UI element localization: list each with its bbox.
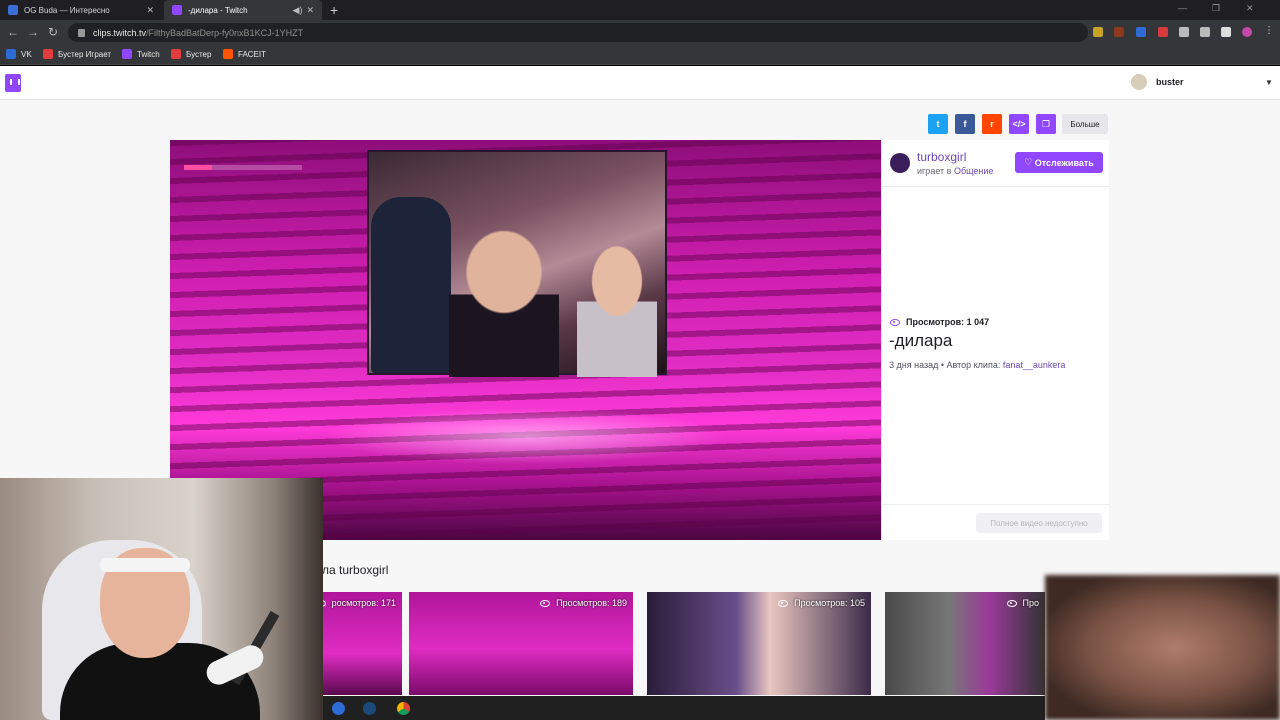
new-tab-button[interactable]: +: [330, 2, 338, 18]
extension-icon[interactable]: [1158, 27, 1168, 37]
eye-icon: [1006, 599, 1017, 607]
card-view-count: Просмотров: 105: [778, 598, 865, 608]
close-icon[interactable]: ✕: [146, 5, 154, 16]
eye-icon: [778, 599, 789, 607]
eye-icon: [890, 318, 900, 326]
avatar: [1131, 74, 1147, 90]
url-host: clips.twitch.tv: [93, 27, 147, 38]
share-embed-button[interactable]: </>: [1009, 114, 1029, 134]
share-more-button[interactable]: Больше: [1062, 114, 1108, 134]
follow-button[interactable]: ♡ Отслеживать: [1015, 152, 1103, 173]
bookmark-vk[interactable]: VK: [6, 49, 32, 59]
channel-info[interactable]: turboxgirl играет в Общение: [890, 150, 993, 176]
window-close-icon[interactable]: ✕: [1246, 3, 1254, 14]
bookmark-label: Twitch: [137, 49, 160, 59]
bookmark-buster[interactable]: Бустер: [171, 49, 211, 59]
username: buster: [1156, 77, 1184, 87]
youtube-icon: [171, 49, 181, 59]
close-icon[interactable]: ✕: [306, 5, 314, 16]
forward-icon[interactable]: →: [27, 25, 39, 39]
browser-toolbar: ← → ↻ clips.twitch.tv /FilthyBadBatDerp-…: [0, 20, 1280, 45]
streamer-webcam-overlay: [0, 478, 323, 720]
windows-taskbar: [323, 696, 1045, 720]
back-icon[interactable]: ←: [7, 25, 19, 39]
share-facebook-button[interactable]: f: [955, 114, 975, 134]
minimize-icon[interactable]: —: [1178, 3, 1187, 13]
maximize-icon[interactable]: ❐: [1212, 3, 1220, 14]
address-bar[interactable]: clips.twitch.tv /FilthyBadBatDerp-fy0nxB…: [68, 23, 1088, 42]
card-view-count: росмотров: 171: [315, 598, 396, 608]
clip-author-link[interactable]: fanat__aunkera: [1003, 360, 1066, 370]
share-twitter-button[interactable]: t: [928, 114, 948, 134]
channel-avatar[interactable]: [890, 153, 910, 173]
speaker-icon[interactable]: ◀): [293, 5, 303, 16]
extension-icon[interactable]: [1136, 27, 1146, 37]
tab-favicon-icon: [8, 5, 18, 15]
headphones: [100, 558, 190, 572]
eye-icon: [540, 599, 551, 607]
tab-twitch-clip[interactable]: -дилара - Twitch ◀) ✕: [164, 0, 322, 20]
category-link[interactable]: Общение: [954, 166, 993, 176]
clip-card[interactable]: Про: [885, 592, 1045, 695]
reload-icon[interactable]: ↻: [48, 25, 58, 39]
stream-goal-overlay: [184, 162, 302, 184]
share-reddit-button[interactable]: r: [982, 114, 1002, 134]
tab-title: -дилара - Twitch: [188, 5, 248, 15]
bookmark-buster-plays[interactable]: Бустер Играет: [43, 49, 111, 59]
tab-og-buda[interactable]: OG Buda — Интересно ✕: [0, 0, 162, 20]
full-video-button: Полное видео недоступно: [976, 513, 1102, 533]
browser-tab-bar: OG Buda — Интересно ✕ -дилара - Twitch ◀…: [0, 0, 1280, 20]
queue-icon[interactable]: [1200, 27, 1210, 37]
faceit-icon: [223, 49, 233, 59]
bookmark-faceit[interactable]: FACEIT: [223, 49, 266, 59]
lock-icon: [78, 28, 85, 37]
twitch-top-nav: buster ▼: [0, 66, 1280, 100]
divider: [882, 186, 1110, 187]
share-copy-button[interactable]: ❐: [1036, 114, 1056, 134]
channel-name[interactable]: turboxgirl: [917, 150, 993, 164]
twitch-icon: [122, 49, 132, 59]
user-menu[interactable]: buster: [1131, 74, 1184, 90]
tab-title: OG Buda — Интересно: [24, 5, 110, 15]
bookmark-label: Бустер: [186, 49, 212, 59]
clip-title: -дилара: [889, 331, 953, 350]
bookmark-label: VK: [21, 49, 32, 59]
gaming-chair: [371, 197, 451, 373]
chrome-icon[interactable]: [397, 702, 410, 715]
card-view-count: Про: [1006, 598, 1039, 608]
extension-icon[interactable]: [1114, 27, 1124, 37]
clip-meta: 3 дня назад • Автор клипа: fanat__aunker…: [889, 360, 1066, 370]
card-view-count: Просмотров: 189: [540, 598, 627, 608]
bookmark-label: Бустер Играет: [58, 49, 112, 59]
steam-icon[interactable]: [363, 702, 376, 715]
divider: [882, 504, 1110, 505]
puzzle-icon[interactable]: [1179, 27, 1189, 37]
menu-icon[interactable]: ⋮: [1264, 25, 1274, 36]
app-icon[interactable]: [332, 702, 345, 715]
bookmarks-bar: VK Бустер Играет Twitch Бустер FACEIT: [0, 45, 1280, 65]
blurred-region: [1045, 575, 1280, 720]
clip-card[interactable]: Просмотров: 105: [647, 592, 871, 695]
guest-person: [577, 240, 657, 377]
chevron-down-icon[interactable]: ▼: [1265, 78, 1273, 87]
twitch-favicon-icon: [172, 5, 182, 15]
bookmark-label: FACEIT: [238, 49, 267, 59]
streamer-camera-frame: [367, 150, 667, 377]
sidebar-icon[interactable]: [1221, 27, 1231, 37]
streamer-person: [449, 227, 559, 377]
extension-icon[interactable]: [1093, 27, 1103, 37]
channel-category: играет в Общение: [917, 166, 994, 176]
bookmark-twitch[interactable]: Twitch: [122, 49, 160, 59]
clip-card[interactable]: Просмотров: 189: [409, 592, 633, 695]
url-path: /FilthyBadBatDerp-fy0nxB1KCJ-1YHZT: [146, 27, 304, 38]
twitch-logo-icon[interactable]: [5, 74, 21, 92]
clip-info-panel: turboxgirl играет в Общение ♡ Отслеживат…: [881, 140, 1110, 540]
more-clips-heading: ла turboxgirl: [322, 563, 389, 577]
youtube-icon: [43, 49, 53, 59]
profile-avatar-icon[interactable]: [1242, 27, 1252, 37]
vk-icon: [6, 49, 16, 59]
clip-view-count: Просмотров: 1 047: [890, 317, 989, 327]
